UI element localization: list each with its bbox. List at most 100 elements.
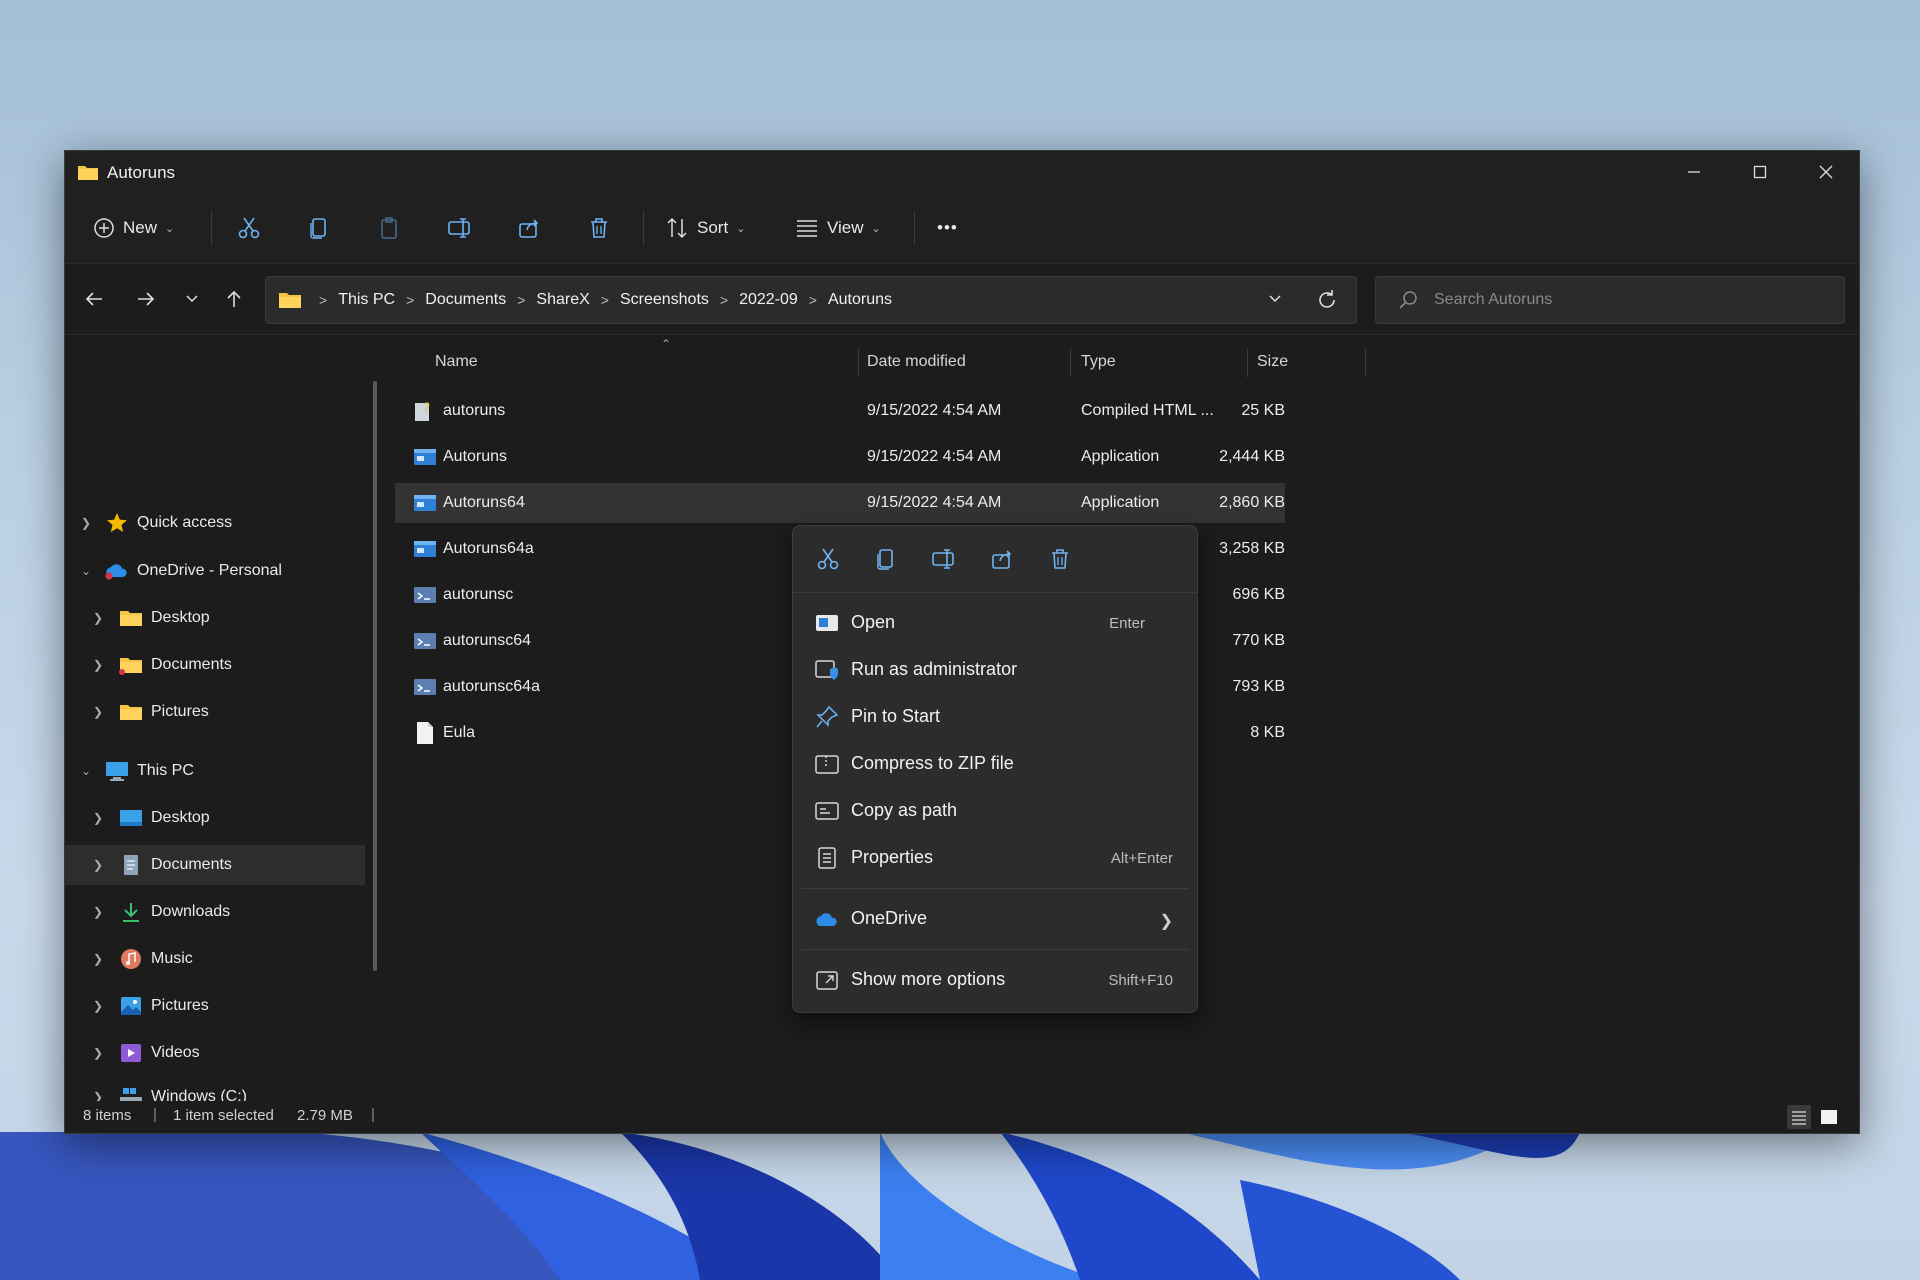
sort-button[interactable]: Sort ⌄ [665,207,745,249]
chevron-down-icon: ⌄ [871,222,881,235]
title-bar[interactable]: Autoruns [65,151,1859,193]
breadcrumb-separator[interactable]: > [601,292,609,308]
chevron-right-icon[interactable]: ❯ [91,999,105,1013]
nav-item-pc-downloads[interactable]: ❯ Downloads [65,892,365,932]
recent-locations-button[interactable] [177,284,207,314]
menu-item-onedrive[interactable]: OneDrive ❯ [801,896,1189,942]
column-header-type[interactable]: Type [1081,341,1116,383]
nav-item-pc-desktop[interactable]: ❯ Desktop [65,798,365,838]
forward-button[interactable] [131,284,161,314]
status-divider: | [153,1106,157,1123]
chevron-right-icon[interactable]: ❯ [91,705,105,719]
file-row[interactable]: ? autoruns 9/15/2022 4:54 AM Compiled HT… [395,391,1285,431]
nav-item-onedrive-desktop[interactable]: ❯ Desktop [65,598,365,638]
file-row-selected[interactable]: Autoruns64 9/15/2022 4:54 AM Application… [395,483,1285,523]
menu-item-compress-zip[interactable]: Compress to ZIP file [801,741,1189,787]
column-divider[interactable] [1070,349,1071,377]
paste-button[interactable] [377,207,401,249]
sort-icon [667,217,687,239]
music-icon [119,948,143,970]
column-divider[interactable] [858,349,859,377]
nav-item-pc-music[interactable]: ❯ Music [65,939,365,979]
chevron-right-icon[interactable]: ❯ [91,905,105,919]
breadcrumb-2022-09[interactable]: 2022-09 [739,291,798,309]
chevron-down-icon[interactable] [1268,294,1282,304]
view-button[interactable]: View ⌄ [795,207,881,249]
menu-item-properties[interactable]: Properties Alt+Enter [801,835,1189,881]
file-name: autorunsc64 [443,632,532,649]
nav-item-quick-access[interactable]: ❯ Quick access [65,503,365,543]
star-icon [105,512,129,534]
chevron-right-icon[interactable]: ❯ [91,811,105,825]
menu-item-open[interactable]: Open Enter [801,600,1189,646]
address-bar[interactable]: > This PC > Documents > ShareX > Screens… [265,276,1357,324]
breadcrumb: > This PC > Documents > ShareX > Screens… [278,277,892,323]
nav-item-pc-pictures[interactable]: ❯ Pictures [65,986,365,1026]
chevron-right-icon[interactable]: ❯ [91,1046,105,1060]
breadcrumb-documents[interactable]: Documents [425,291,506,309]
breadcrumb-separator[interactable]: > [406,292,414,308]
chevron-right-icon[interactable]: ❯ [91,858,105,872]
column-divider[interactable] [1247,349,1248,377]
share-button[interactable] [517,207,541,249]
details-view-button[interactable] [1787,1105,1811,1129]
context-copy-button[interactable] [869,542,903,576]
search-box[interactable]: Search Autoruns [1375,276,1845,324]
refresh-icon[interactable] [1316,289,1338,311]
menu-item-pin-to-start[interactable]: Pin to Start [801,694,1189,740]
chevron-right-icon[interactable]: ❯ [91,952,105,966]
back-button[interactable] [79,284,109,314]
column-divider[interactable] [1365,349,1366,377]
column-header-name[interactable]: Name [435,341,478,383]
menu-item-copy-as-path[interactable]: Copy as path [801,788,1189,834]
application-icon [413,483,437,523]
nav-item-pc-documents[interactable]: ❯ Documents [65,845,365,885]
breadcrumb-sharex[interactable]: ShareX [536,291,589,309]
breadcrumb-this-pc[interactable]: This PC [338,291,395,309]
file-row[interactable]: Autoruns 9/15/2022 4:54 AM Application 2… [395,437,1285,477]
breadcrumb-screenshots[interactable]: Screenshots [620,291,709,309]
new-button[interactable]: New ⌄ [93,207,174,249]
copy-button[interactable] [307,207,331,249]
minimize-button[interactable] [1661,151,1727,193]
nav-label: Quick access [137,514,233,531]
navigation-pane-scrollbar[interactable] [373,381,377,971]
nav-item-this-pc[interactable]: ⌄ This PC [65,751,365,791]
close-button[interactable] [1793,151,1859,193]
cut-button[interactable] [237,207,261,249]
nav-item-onedrive-documents[interactable]: ❯ Documents [65,645,365,685]
nav-item-onedrive[interactable]: ⌄ OneDrive - Personal [65,551,365,591]
search-input[interactable]: Search Autoruns [1434,291,1552,309]
context-delete-button[interactable] [1043,542,1077,576]
context-share-button[interactable] [985,542,1019,576]
sort-label: Sort [697,218,729,237]
navigation-pane: ❯ Quick access ⌄ OneDrive - Personal ❯ D… [65,341,375,1105]
chevron-down-icon[interactable]: ⌄ [79,764,93,778]
chevron-down-icon: ⌄ [165,222,175,235]
chevron-right-icon[interactable]: ❯ [79,516,93,530]
nav-item-onedrive-pictures[interactable]: ❯ Pictures [65,692,365,732]
delete-button[interactable] [587,207,611,249]
svg-text:?: ? [423,401,430,417]
breadcrumb-autoruns[interactable]: Autoruns [828,291,892,309]
context-cut-button[interactable] [811,542,845,576]
more-options-button[interactable]: ••• [937,207,958,249]
breadcrumb-separator[interactable]: > [720,292,728,308]
maximize-icon [1753,165,1767,179]
column-header-size[interactable]: Size [1257,341,1288,383]
menu-item-run-as-administrator[interactable]: Run as administrator [801,647,1189,693]
chevron-down-icon[interactable]: ⌄ [79,564,93,578]
column-header-date[interactable]: Date modified [867,341,966,383]
up-button[interactable] [219,284,249,314]
tiles-view-button[interactable] [1817,1105,1841,1129]
rename-button[interactable] [447,207,473,249]
context-rename-button[interactable] [927,542,961,576]
chevron-right-icon[interactable]: ❯ [91,658,105,672]
breadcrumb-separator[interactable]: > [809,292,817,308]
nav-item-pc-videos[interactable]: ❯ Videos [65,1033,365,1073]
chevron-right-icon[interactable]: ❯ [91,611,105,625]
menu-item-show-more-options[interactable]: Show more options Shift+F10 [801,957,1189,1003]
maximize-button[interactable] [1727,151,1793,193]
menu-item-label: Run as administrator [851,659,1018,679]
breadcrumb-separator[interactable]: > [517,292,525,308]
